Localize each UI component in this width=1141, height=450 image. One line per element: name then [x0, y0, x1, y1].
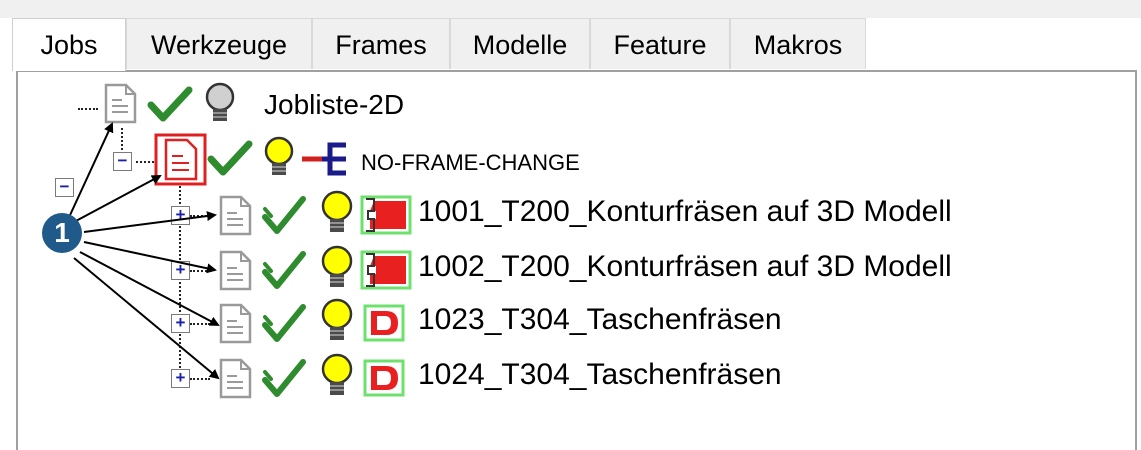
callout-arrows	[64, 122, 220, 380]
callout-badge: 1	[42, 213, 82, 253]
tab-jobs[interactable]: Jobs	[12, 18, 126, 71]
